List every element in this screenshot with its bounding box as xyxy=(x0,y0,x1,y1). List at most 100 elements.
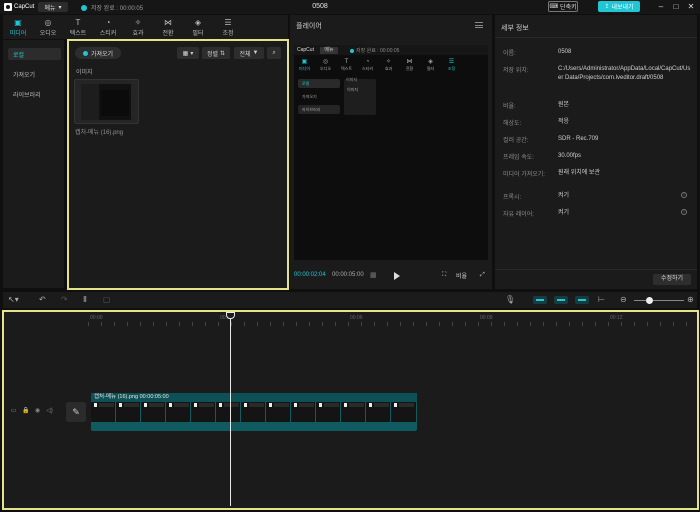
export-icon: ⇪ xyxy=(604,4,610,10)
auto-snap-icon[interactable] xyxy=(554,296,568,304)
title-bar: CapCut 메뉴 ▾ 저장 완료 : 00:00:05 0508 ⌨ 단축키 … xyxy=(0,0,700,14)
timeline-clip[interactable]: 캡처-메뉴 (16).png 00:00:05:00 xyxy=(91,393,417,431)
export-button[interactable]: ⇪ 내보내기 xyxy=(598,1,640,12)
media-thumbnail[interactable] xyxy=(74,79,139,124)
split-icon[interactable]: Ⅱ xyxy=(83,295,87,305)
detail-row-framerate: 프레임 속도: 30.00fps xyxy=(503,153,582,161)
preview-nav-item: 로컬 xyxy=(298,79,340,88)
detail-row-freelayer: 자유 레이어: 켜기? xyxy=(503,209,687,218)
preview-autosave: 저장 완료 : 00:00:05 xyxy=(350,47,399,54)
tool-effects[interactable]: ✧ 효과 xyxy=(123,15,153,39)
tool-label: 효과 xyxy=(132,30,144,37)
ruler-tick: 00:12 xyxy=(610,315,623,321)
total-time: 00:00:05:00 xyxy=(332,272,364,278)
main-track-magnet-icon[interactable] xyxy=(533,296,547,304)
import-icon xyxy=(82,50,88,56)
tool-text[interactable]: T 텍스트 xyxy=(63,15,93,39)
text-icon: T xyxy=(75,17,81,27)
select-cursor-icon[interactable]: ↖▾ xyxy=(8,295,19,305)
track-controls: ▭ 🔒 ◉ ◁) xyxy=(10,408,53,415)
close-icon[interactable]: ✕ xyxy=(686,2,696,12)
speaker-icon[interactable]: ◁) xyxy=(46,408,53,415)
zoom-in-icon[interactable]: ⊕ xyxy=(687,295,694,305)
preview-nav-item: 가져오기 xyxy=(302,94,317,99)
tool-sticker[interactable]: ◔ 스티커 xyxy=(93,15,123,39)
autosave-icon xyxy=(81,4,87,11)
lock-icon[interactable]: 🔒 xyxy=(22,408,29,415)
preview-tool: ⋈ 전환 xyxy=(405,58,414,71)
tool-media[interactable]: ▣ 미디어 xyxy=(3,15,33,39)
tool-adjust[interactable]: ☰ 조정 xyxy=(213,15,243,39)
capcut-logo-icon xyxy=(4,3,12,11)
zoom-slider[interactable] xyxy=(634,300,684,301)
redo-icon[interactable]: ↷ xyxy=(61,295,68,305)
sidebar-item-local[interactable]: 로컬 xyxy=(8,48,61,60)
hamburger-icon[interactable] xyxy=(475,22,483,28)
search-button[interactable]: ⌕ xyxy=(267,47,281,59)
view-toggle-button[interactable]: ▦ ▾ xyxy=(177,47,199,59)
preview-section-label: 이미지 xyxy=(346,77,358,82)
ruler-tick: 00:09 xyxy=(480,315,493,321)
effects-icon: ✧ xyxy=(134,17,142,27)
maximize-icon[interactable]: □ xyxy=(671,2,681,12)
help-icon[interactable]: ? xyxy=(681,192,687,198)
details-title: 세부 정보 xyxy=(501,25,529,32)
detail-row-ratio: 비율: 원본 xyxy=(503,102,570,110)
tool-transition[interactable]: ⋈ 전환 xyxy=(153,15,183,39)
ratio-button[interactable]: 비율 xyxy=(456,270,467,280)
delete-icon[interactable]: ▢ xyxy=(103,295,111,305)
adjust-icon: ☰ xyxy=(224,17,232,27)
detail-row-path: 저장 위치: C:/Users/Administrator/AppData/Loc… xyxy=(503,66,691,81)
preview-logo: CapCut xyxy=(297,47,314,53)
minimize-icon[interactable]: – xyxy=(656,2,666,12)
sidebar-item-label: 로컬 xyxy=(13,52,25,59)
zoom-slider-handle[interactable] xyxy=(646,297,653,304)
pencil-icon: ✎ xyxy=(72,407,80,417)
import-label: 가져오기 xyxy=(90,51,114,58)
expand-icon[interactable]: ⤢ xyxy=(480,270,485,280)
eye-icon[interactable]: ◉ xyxy=(34,408,41,415)
filter-button[interactable]: 전체 ▼ xyxy=(234,47,264,59)
funnel-icon: ▼ xyxy=(252,50,259,56)
linkage-icon[interactable] xyxy=(575,296,589,304)
play-icon[interactable] xyxy=(394,272,400,280)
playhead[interactable] xyxy=(230,312,231,506)
ruler-tick: 00:00 xyxy=(90,315,103,321)
media-section-label: 이미지 xyxy=(76,70,93,76)
tool-audio[interactable]: ◎ 오디오 xyxy=(33,15,63,39)
fullscreen-crop-icon[interactable]: ⛶ xyxy=(442,270,446,280)
cover-track-icon[interactable]: ▭ xyxy=(10,408,17,415)
import-button[interactable]: 가져오기 xyxy=(75,47,121,59)
autosave-text: 저장 완료 : 00:00:05 xyxy=(91,6,144,12)
clip-frames xyxy=(91,402,417,422)
tool-label: 텍스트 xyxy=(69,30,87,37)
detail-row-import: 미디어 가져오기: 원래 위치에 보관 xyxy=(503,170,600,178)
sidebar-item-library[interactable]: 라이브러리 xyxy=(8,88,61,100)
cover-edit-button[interactable]: ✎ xyxy=(66,402,86,422)
main-toolbar: ▣ 미디어 ◎ 오디오 T 텍스트 ◔ 스티커 ✧ 효과 ⋈ 전환 ◈ 필터 ☰ 조정 xyxy=(3,15,288,39)
autosave-status: 저장 완료 : 00:00:05 xyxy=(81,3,143,12)
zoom-out-icon[interactable]: ⊖ xyxy=(620,295,627,305)
sticker-icon: ◔ xyxy=(105,17,111,27)
tool-label: 필터 xyxy=(192,30,204,37)
tool-label: 스티커 xyxy=(99,30,117,37)
sort-button[interactable]: 정렬 ⇅ xyxy=(202,47,230,59)
search-icon: ⌕ xyxy=(272,49,276,56)
microphone-icon[interactable]: 🎙 xyxy=(505,295,515,305)
time-ruler[interactable] xyxy=(88,322,688,326)
preview-tool: ◔ 스티커 xyxy=(361,58,374,71)
undo-icon[interactable]: ↶ xyxy=(39,295,46,305)
modify-button[interactable]: 수정하기 xyxy=(653,274,691,285)
tool-filter[interactable]: ◈ 필터 xyxy=(183,15,213,39)
preview-axis-icon[interactable]: ⊢ xyxy=(598,295,605,305)
shortcut-button[interactable]: ⌨ 단축키 xyxy=(548,1,578,12)
sidebar-item-import[interactable]: 가져오기 xyxy=(8,68,61,80)
media-icon: ▣ xyxy=(14,17,22,27)
clip-label: 캡처-메뉴 (16).png 00:00:05:00 xyxy=(91,393,417,402)
preview-titlebar: CapCut 메뉴 저장 완료 : 00:00:05 xyxy=(294,45,488,55)
menu-button[interactable]: 메뉴 ▾ xyxy=(38,2,68,12)
timeline-grid-icon[interactable]: ▦ xyxy=(370,271,377,279)
filter-icon: ◈ xyxy=(194,17,202,27)
playhead-handle[interactable] xyxy=(226,312,235,319)
help-icon[interactable]: ? xyxy=(681,209,687,215)
